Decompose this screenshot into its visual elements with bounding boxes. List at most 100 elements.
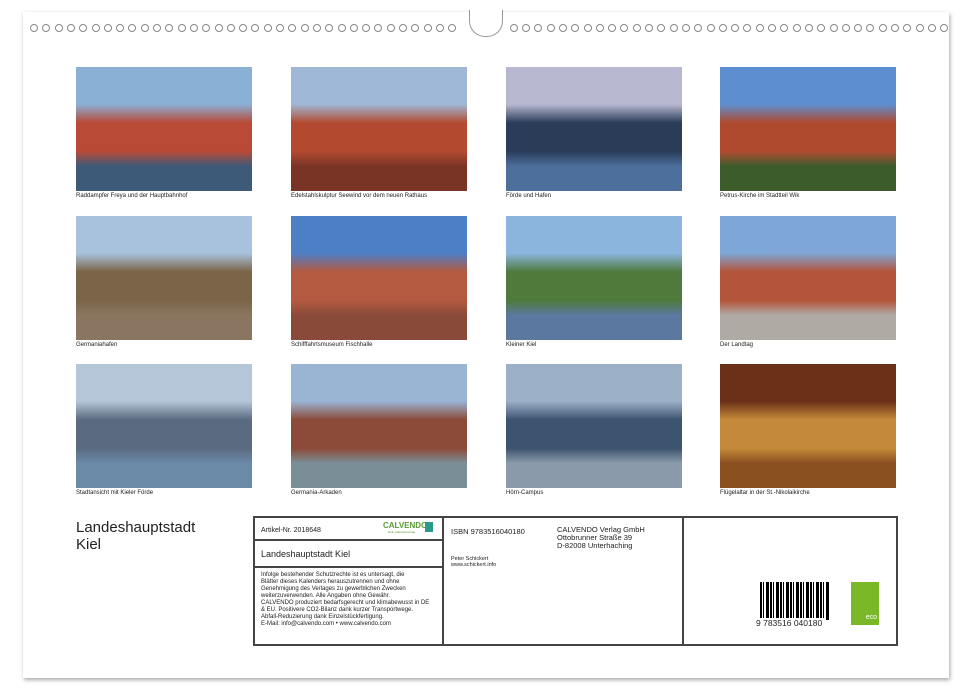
binding-hole [411,24,419,32]
binding-hole [67,24,75,32]
binding-hole [657,24,665,32]
binding-hole [559,24,567,32]
binding-hole [866,24,874,32]
photo-caption: Stadtansicht mit Kieler Förde [76,490,153,496]
binding-hole [879,24,887,32]
binding-hole [55,24,63,32]
binding-hole [30,24,38,32]
photo-1 [76,67,252,191]
binding-hole [227,24,235,32]
binding-hole [670,24,678,32]
binding-hole [374,24,382,32]
binding-hole [510,24,518,32]
photo-4 [720,67,896,191]
photo-9 [76,364,252,488]
legal-line: CALVENDO produziert bedarfsgerecht und k… [261,600,429,607]
binding-hole [916,24,924,32]
binding-hole [842,24,850,32]
binding-hole [178,24,186,32]
photo-7 [506,216,682,340]
binding-hole [645,24,653,32]
binding-hole [522,24,530,32]
binding-hole [793,24,801,32]
binding-hole [79,24,87,32]
binding-hole [325,24,333,32]
binding-hole [830,24,838,32]
binding-hole [128,24,136,32]
binding-hole [903,24,911,32]
binding-hole [399,24,407,32]
product-title: Landeshauptstadt Kiel [261,549,350,559]
legal-line: Genehmigung des Verlages zu gewerblichen… [261,586,429,593]
photo-caption: Der Landtag [720,342,753,348]
binding-hole [620,24,628,32]
barcode [760,582,830,620]
binding-hole [584,24,592,32]
binding-hole [165,24,173,32]
photo-3 [506,67,682,191]
photo-6 [291,216,467,340]
photo-10 [291,364,467,488]
binding-hole [338,24,346,32]
binding-hole [42,24,50,32]
photo-5 [76,216,252,340]
photo-8 [720,216,896,340]
photo-2 [291,67,467,191]
isbn: ISBN 9783516040180 [451,527,525,536]
binding-hole [251,24,259,32]
photo-caption: Petrus-Kirche im Stadtteil Wik [720,193,799,199]
binding-hole [190,24,198,32]
binding-hole [682,24,690,32]
binding-hole [313,24,321,32]
author-url: www.schickert.info [451,562,496,568]
publisher-address: CALVENDO Verlag GmbHOttobrunner Straße 3… [557,526,645,550]
photo-caption: Kleiner Kiel [506,342,536,348]
binding-hole [350,24,358,32]
binding-hole [436,24,444,32]
binding-hole [940,24,948,32]
binding-hole [891,24,899,32]
binding-hole [780,24,788,32]
binding-hole [92,24,100,32]
binding-hole [571,24,579,32]
binding-hole [547,24,555,32]
title-line-1: Landeshauptstadt [76,519,195,536]
binding-hole [805,24,813,32]
binding-hole [153,24,161,32]
binding-hole [387,24,395,32]
binding-hole [104,24,112,32]
photo-caption: Schifffahrtsmuseum Fischhalle [291,342,372,348]
title-line-2: Kiel [76,536,195,553]
photo-caption: Flügelaltar in der St.-Nikolaikirche [720,490,810,496]
legal-line: Infolge bestehender Schutzrechte ist es … [261,572,429,579]
binding-hole [288,24,296,32]
eco-icon: eco [851,582,879,625]
calvendo-logo-icon [425,522,433,532]
binding-hole [707,24,715,32]
binding-hole [743,24,751,32]
binding-hole [448,24,456,32]
barcode-number: 9 783516 040180 [754,618,824,628]
photo-caption: Germania-Arkaden [291,490,342,496]
binding-hole [116,24,124,32]
calendar-title: LandeshauptstadtKiel [76,519,195,553]
binding-hole [301,24,309,32]
legal-text: Infolge bestehender Schutzrechte ist es … [261,572,429,628]
binding-hole [239,24,247,32]
binding-hole [817,24,825,32]
legal-line: & EU. Positivere CO2-Bilanz dank kurzer … [261,607,429,614]
binding-hole [694,24,702,32]
legal-line: weiterzuverwenden. Alle Angaben ohne Gew… [261,593,429,600]
binding-hole [424,24,432,32]
article-number: Artikel-Nr. 2018648 [261,527,321,534]
legal-line: Blätter dieses Kalenders herauszutrennen… [261,579,429,586]
calvendo-logo: CALVENDO [383,521,427,530]
legal-line: E-Mail: info@calvendo.com • www.calvendo… [261,621,429,628]
photo-caption: Raddampfer Freya und der Hauptbahnhof [76,193,187,199]
binding-hole [719,24,727,32]
photo-12 [720,364,896,488]
binding-hole [928,24,936,32]
binding-hole [215,24,223,32]
photo-caption: Germaniahafen [76,342,117,348]
binding-hole [202,24,210,32]
